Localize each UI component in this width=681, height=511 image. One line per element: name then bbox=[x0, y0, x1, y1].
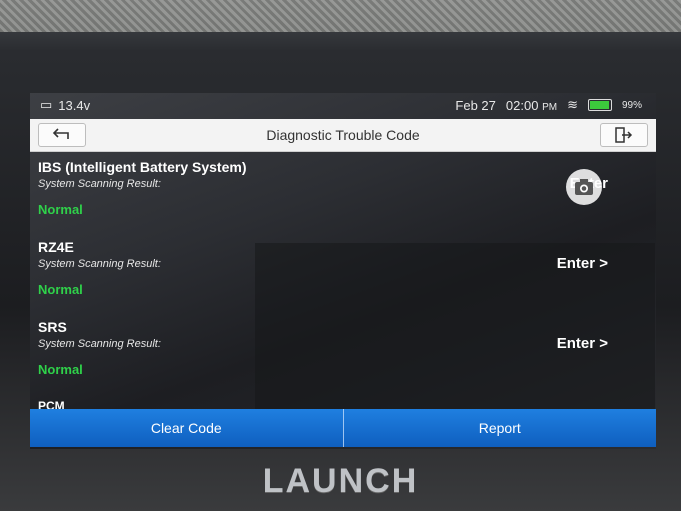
list-item[interactable]: SRS System Scanning Result: Normal Enter… bbox=[38, 319, 648, 399]
action-divider bbox=[342, 409, 344, 447]
camera-icon bbox=[575, 179, 593, 195]
system-name: IBS (Intelligent Battery System) bbox=[38, 159, 247, 175]
partial-list-item: PCM bbox=[38, 399, 65, 409]
wifi-icon: ≋ bbox=[567, 97, 578, 112]
status-time: 02:00 PM bbox=[505, 97, 558, 113]
device-brand-logo: LAUNCH bbox=[262, 462, 419, 500]
scan-result-label: System Scanning Result: bbox=[38, 258, 161, 270]
clear-code-button[interactable]: Clear Code bbox=[30, 409, 343, 447]
scan-status: Normal bbox=[38, 282, 83, 297]
exit-icon bbox=[615, 127, 633, 143]
title-bar: Diagnostic Trouble Code bbox=[30, 119, 656, 152]
status-date: Feb 27 bbox=[455, 97, 496, 113]
enter-button[interactable]: Enter > bbox=[557, 255, 608, 272]
device-top-edge bbox=[0, 0, 681, 32]
system-name: SRS bbox=[38, 319, 67, 335]
battery-icon bbox=[587, 99, 612, 111]
scan-result-label: System Scanning Result: bbox=[38, 178, 161, 190]
scan-status: Normal bbox=[38, 202, 83, 217]
scan-tool-device: ▭ 13.4v Feb 27 02:00 PM ≋ 99% Diagnostic… bbox=[0, 0, 681, 511]
status-bar: ▭ 13.4v Feb 27 02:00 PM ≋ 99% bbox=[30, 93, 656, 117]
page-title: Diagnostic Trouble Code bbox=[266, 127, 420, 143]
car-battery-icon: ▭ bbox=[40, 97, 53, 112]
tablet-screen: ▭ 13.4v Feb 27 02:00 PM ≋ 99% Diagnostic… bbox=[30, 93, 656, 449]
action-bar: Clear Code Report bbox=[30, 409, 656, 447]
list-item[interactable]: IBS (Intelligent Battery System) System … bbox=[38, 159, 648, 239]
system-name: RZ4E bbox=[38, 239, 74, 255]
battery-percent: 99% bbox=[621, 99, 642, 111]
scan-result-label: System Scanning Result: bbox=[38, 338, 161, 350]
list-item[interactable]: RZ4E System Scanning Result: Normal Ente… bbox=[38, 239, 648, 319]
exit-button[interactable] bbox=[600, 123, 648, 147]
enter-button[interactable]: Enter > bbox=[557, 335, 608, 352]
screenshot-button[interactable] bbox=[566, 169, 602, 205]
scan-status: Normal bbox=[38, 362, 83, 377]
report-button[interactable]: Report bbox=[344, 409, 657, 447]
voltage-readout: 13.4v bbox=[58, 97, 91, 113]
